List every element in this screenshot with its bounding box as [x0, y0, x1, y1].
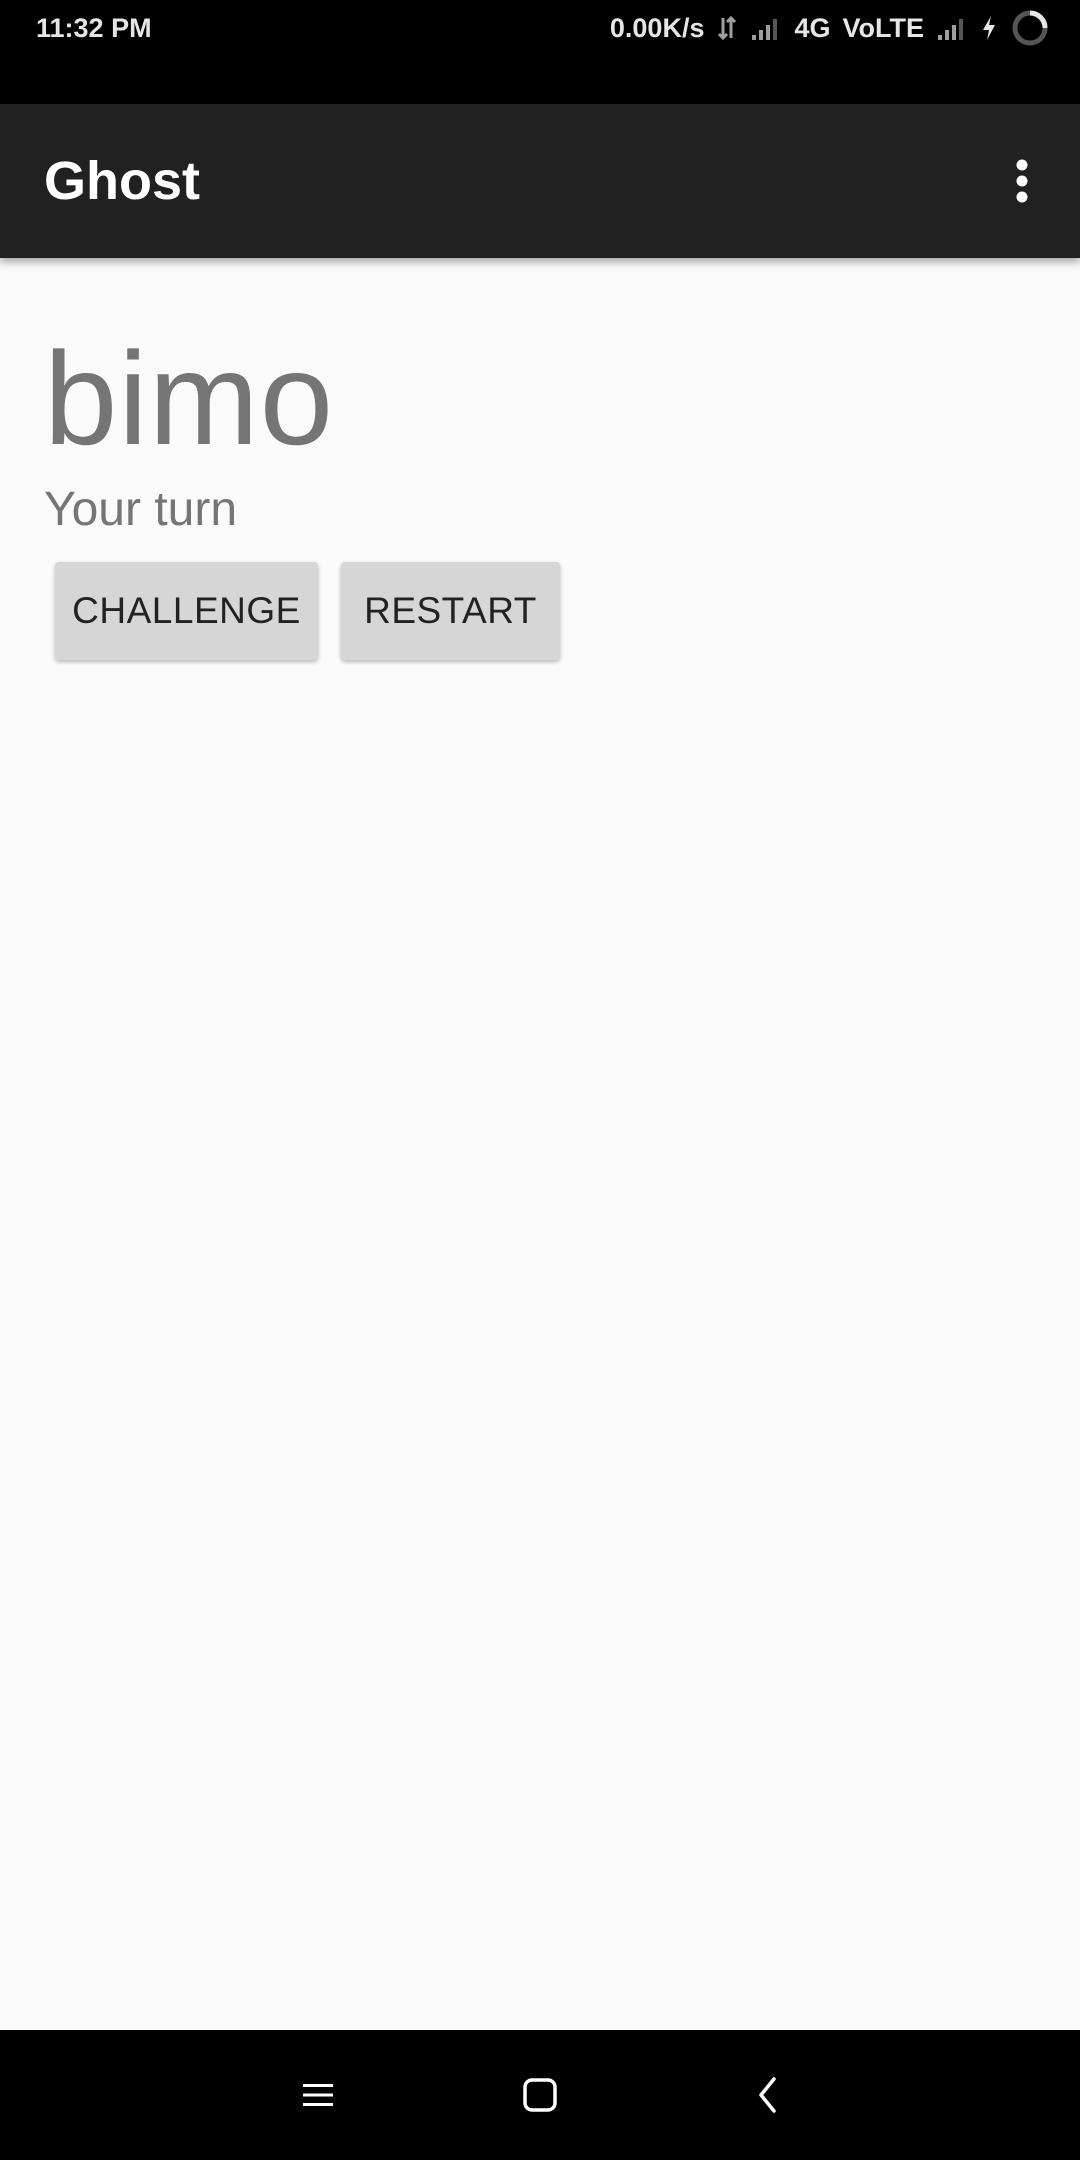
- volte-label: VoLTE: [842, 13, 925, 43]
- menu-icon: [303, 2084, 333, 2106]
- overflow-menu-button[interactable]: [982, 141, 1062, 221]
- data-transfer-icon: [716, 14, 738, 42]
- challenge-button[interactable]: CHALLENGE: [55, 562, 318, 660]
- back-button[interactable]: [733, 2060, 803, 2130]
- status-icons: 0.00K/s 4G VoLTE: [610, 6, 1050, 50]
- app-title: Ghost: [44, 151, 200, 211]
- home-icon: [523, 2078, 557, 2112]
- back-icon: [759, 2077, 776, 2113]
- game-content: bimo Your turn CHALLENGE RESTART: [0, 258, 1080, 2030]
- app-bar: Ghost: [0, 104, 1080, 258]
- charging-icon: [980, 14, 998, 42]
- battery-icon: [1010, 8, 1050, 48]
- network-type: 4G: [794, 13, 831, 43]
- signal-icon: [936, 15, 968, 41]
- signal-icon: [750, 15, 782, 41]
- status-time: 11:32 PM: [36, 13, 152, 43]
- status-bar: 11:32 PM 0.00K/s 4G VoLTE: [0, 0, 1080, 104]
- network-speed: 0.00K/s: [609, 13, 705, 43]
- restart-button[interactable]: RESTART: [341, 562, 560, 660]
- more-vert-icon: [1016, 159, 1028, 203]
- current-word: bimo: [44, 325, 335, 472]
- navigation-bar: [0, 2030, 1080, 2160]
- home-button[interactable]: [505, 2060, 575, 2130]
- menu-button[interactable]: [283, 2060, 353, 2130]
- turn-status: Your turn: [44, 483, 238, 536]
